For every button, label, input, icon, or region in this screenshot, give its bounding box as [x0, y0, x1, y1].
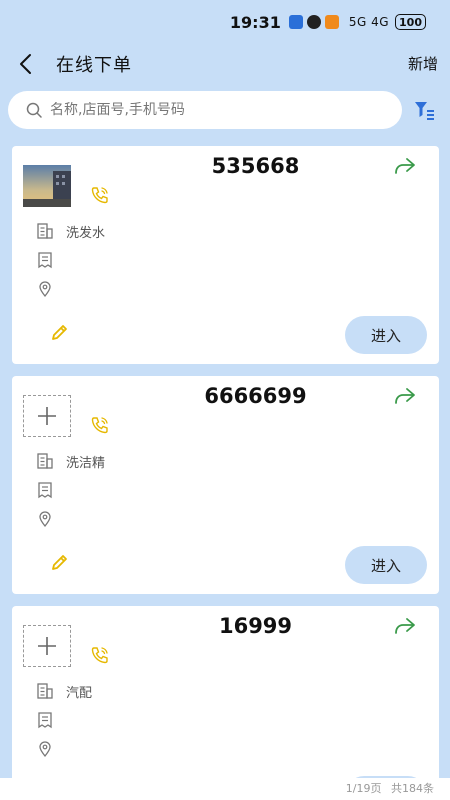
card-category: 洗发水 — [66, 226, 106, 241]
total-count: 共184条 — [391, 782, 434, 795]
enter-button[interactable]: 进入 — [345, 316, 427, 354]
location-icon — [39, 741, 51, 758]
phone-icon[interactable] — [91, 416, 109, 434]
location-icon — [39, 511, 51, 528]
enter-button[interactable]: 进入 — [345, 546, 427, 584]
location-icon — [39, 281, 51, 298]
battery-indicator: 100 — [395, 14, 426, 30]
card-title: 16999 — [218, 614, 293, 638]
search-icon — [26, 102, 42, 118]
back-icon[interactable] — [16, 52, 36, 76]
card-title: 535668 — [211, 154, 300, 178]
pagination-footer: 1/19页 共184条 — [0, 778, 450, 800]
status-bar: 19:31 5G 4G 100 — [0, 0, 450, 44]
card-category: 汽配 — [66, 686, 93, 701]
card-category: 洗洁精 — [66, 456, 106, 471]
building-icon — [37, 453, 53, 469]
filter-icon[interactable] — [412, 98, 436, 122]
building-icon — [37, 223, 53, 239]
search-input[interactable] — [50, 102, 350, 118]
qq-notification-icon — [306, 15, 321, 29]
building-icon — [37, 683, 53, 699]
add-button[interactable]: 新增 — [408, 53, 438, 74]
receipt-icon — [38, 252, 52, 269]
page-title: 在线下单 — [56, 55, 132, 76]
video-notification-icon — [324, 15, 339, 29]
edit-icon[interactable] — [50, 552, 70, 572]
status-time: 19:31 — [229, 12, 281, 32]
search-bar[interactable] — [8, 91, 402, 129]
plus-icon — [38, 637, 56, 655]
order-card[interactable]: 6666699 洗洁精 进入 — [12, 376, 439, 594]
order-card[interactable]: 535668 洗发水 进入 — [12, 146, 439, 364]
share-icon[interactable] — [393, 156, 417, 176]
signal-indicator: 5G 4G — [348, 15, 390, 29]
phone-icon[interactable] — [91, 186, 109, 204]
page-indicator: 1/19页 — [345, 782, 382, 795]
edit-icon[interactable] — [50, 322, 70, 342]
app-header: 在线下单 新增 — [0, 44, 450, 84]
phone-icon[interactable] — [91, 646, 109, 664]
plus-icon — [38, 407, 56, 425]
receipt-icon — [38, 712, 52, 729]
order-card[interactable]: 16999 汽配 进入 — [12, 606, 439, 800]
app-notification-icon — [288, 15, 303, 29]
share-icon[interactable] — [393, 386, 417, 406]
card-title: 6666699 — [204, 384, 307, 408]
receipt-icon — [38, 482, 52, 499]
share-icon[interactable] — [393, 616, 417, 636]
